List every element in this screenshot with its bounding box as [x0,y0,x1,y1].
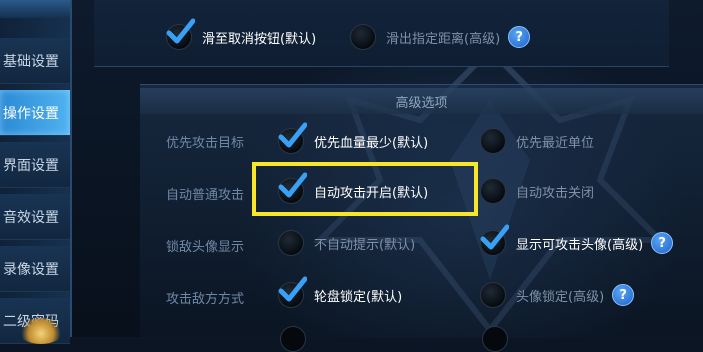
option-avatar-lock[interactable]: 头像锁定(高级) ? [480,282,635,308]
option-label: 轮盘锁定(默认) [314,289,403,305]
radio-circle[interactable] [278,230,304,256]
radio-circle[interactable] [480,178,506,204]
option-show-attack-avatar[interactable]: 显示可攻击头像(高级) ? [480,224,674,256]
sidebar-item-label: 操作设置 [3,105,59,122]
row-label-attack-method: 攻击敌方方式 [166,292,245,307]
option-label: 优先最近单位 [516,135,595,151]
radio-circle[interactable] [480,224,509,256]
radio-circle[interactable] [480,282,506,308]
option-wheel-lock[interactable]: 轮盘锁定(默认) [278,276,403,308]
sidebar-item-label: 录像设置 [3,261,59,278]
sidebar-item-label: 音效设置 [3,209,59,226]
option-slide-distance[interactable]: 滑出指定距离(高级) ? [350,24,531,50]
option-label: 滑出指定距离(高级) [386,31,501,47]
radio-circle[interactable] [166,18,195,50]
option-label: 自动攻击关闭 [516,185,595,201]
option-cancel-button[interactable]: 滑至取消按钮(默认) [166,18,317,50]
advanced-section-header: 高级选项 [140,88,703,114]
sidebar-item-basic[interactable]: 基础设置 [0,38,70,84]
option-label: 头像锁定(高级) [516,289,605,305]
highlight-box [252,162,478,216]
sidebar-item-label: 界面设置 [3,157,59,174]
checkmark-icon [278,276,307,302]
option-label: 显示可攻击头像(高级) [516,237,644,253]
option-label: 不自动提示(默认) [314,237,416,253]
checkmark-icon [166,18,195,44]
radio-circle-partial[interactable] [280,326,306,352]
sidebar-item-controls[interactable]: 操作设置 [0,90,70,136]
sidebar: 基础设置 操作设置 界面设置 音效设置 录像设置 二级密码 [0,0,72,344]
help-icon[interactable]: ? [508,26,531,48]
option-auto-attack-off[interactable]: 自动攻击关闭 [480,178,594,204]
glow-orb-icon [18,318,64,344]
radio-circle[interactable] [480,128,506,154]
sidebar-top-ornament [0,0,70,18]
sidebar-item-interface[interactable]: 界面设置 [0,142,70,188]
radio-circle[interactable] [278,122,307,154]
checkmark-icon [480,224,509,250]
radio-circle-partial[interactable] [482,326,508,352]
help-icon[interactable]: ? [651,232,674,254]
option-no-auto-hint[interactable]: 不自动提示(默认) [278,230,415,256]
checkmark-icon [278,122,307,148]
option-label: 滑至取消按钮(默认) [202,31,317,47]
sidebar-item-replay[interactable]: 录像设置 [0,246,70,292]
option-label: 优先血量最少(默认) [314,135,429,151]
radio-circle[interactable] [278,276,307,308]
help-icon[interactable]: ? [612,284,635,306]
radio-circle[interactable] [350,24,376,50]
row-label-auto-attack: 自动普通攻击 [166,188,245,203]
option-lowest-hp[interactable]: 优先血量最少(默认) [278,122,429,154]
row-label-attack-target: 优先攻击目标 [166,136,245,151]
sidebar-item-label: 基础设置 [3,53,59,70]
option-nearest-unit[interactable]: 优先最近单位 [480,128,594,154]
sidebar-item-sound[interactable]: 音效设置 [0,194,70,240]
row-label-lock-avatar: 锁敌头像显示 [166,240,245,255]
